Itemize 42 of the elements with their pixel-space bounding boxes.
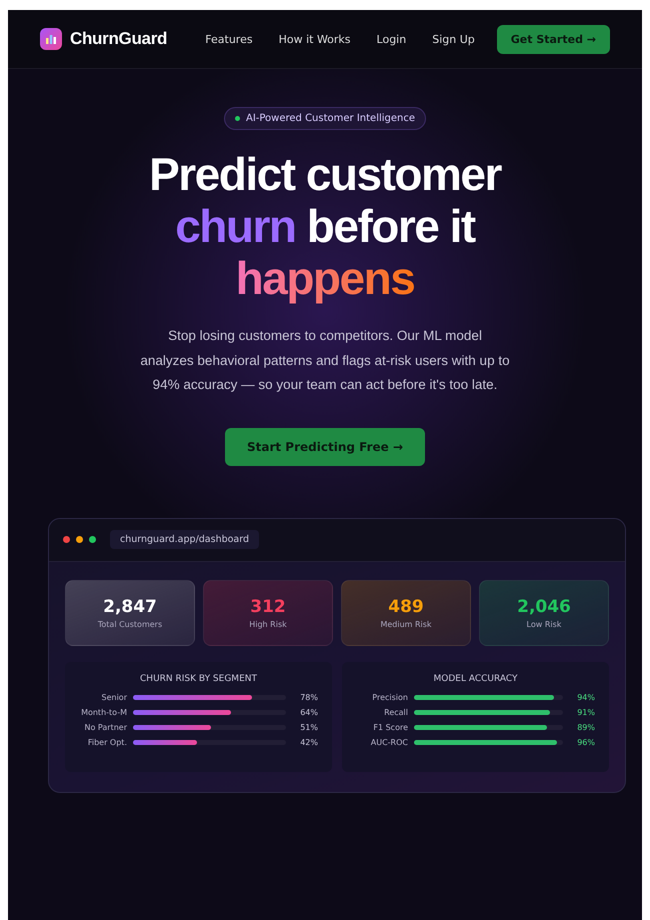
status-dot-icon	[234, 116, 240, 121]
bar-label: Senior	[100, 692, 127, 702]
panel-title: MODEL ACCURACY	[432, 674, 518, 684]
start-predicting-button[interactable]: Start Predicting Free →	[225, 428, 425, 466]
bar-label: Precision	[371, 692, 408, 702]
window-dot-icon	[89, 536, 96, 543]
bar-label: AUC-ROC	[370, 736, 408, 748]
panel-title: CHURN RISK BY SEGMENT	[139, 674, 258, 684]
bar-label: Month-to-M	[80, 706, 127, 718]
stat-value: 2,046	[517, 596, 571, 616]
bar-value: 96%	[576, 738, 595, 746]
bar-value: 78%	[299, 692, 318, 702]
stat-label: High Risk	[249, 620, 287, 628]
bar-label: F1 Score	[372, 722, 408, 732]
nav-link[interactable]: How it Works	[278, 32, 351, 46]
brand-name: ChurnGuard	[70, 29, 168, 49]
nav-link[interactable]: Features	[205, 32, 253, 46]
stat-label: Low Risk	[526, 620, 562, 628]
bar-label: Fiber Opt.	[86, 736, 127, 748]
bar-value: 94%	[576, 692, 595, 702]
stat-value: 2,847	[103, 596, 157, 616]
stat-value: 489	[388, 596, 424, 616]
stat-label: Total Customers	[98, 620, 162, 628]
logo-icon	[40, 28, 62, 50]
window-dot-icon	[76, 536, 83, 543]
badge-text: AI-Powered Customer Intelligence	[246, 113, 416, 124]
nav-link[interactable]: Sign Up	[432, 32, 475, 46]
stat-value: 312	[250, 596, 286, 616]
get-started-button[interactable]: Get Started →	[496, 24, 610, 54]
bar-value: 64%	[299, 708, 318, 716]
bar-value: 91%	[576, 708, 595, 716]
bar-value: 42%	[299, 738, 318, 746]
hero-subtitle: Stop losing customers to competitors. Our ML model analyzes behavioral patterns and flags at-risk users with up to 94% accuracy — so your team can act before it's too late.	[140, 327, 510, 394]
bar-label: No Partner	[84, 722, 127, 732]
bar-label: Recall	[383, 706, 408, 718]
url-bar: churnguard.app/dashboard	[110, 530, 260, 549]
stat-label: Medium Risk	[380, 620, 432, 628]
bar-value: 89%	[576, 722, 595, 732]
window-dot-icon	[63, 536, 70, 543]
nav-link[interactable]: Login	[376, 32, 406, 46]
headline: Predict customer churn before it happens	[149, 148, 501, 304]
bar-value: 51%	[299, 722, 318, 732]
